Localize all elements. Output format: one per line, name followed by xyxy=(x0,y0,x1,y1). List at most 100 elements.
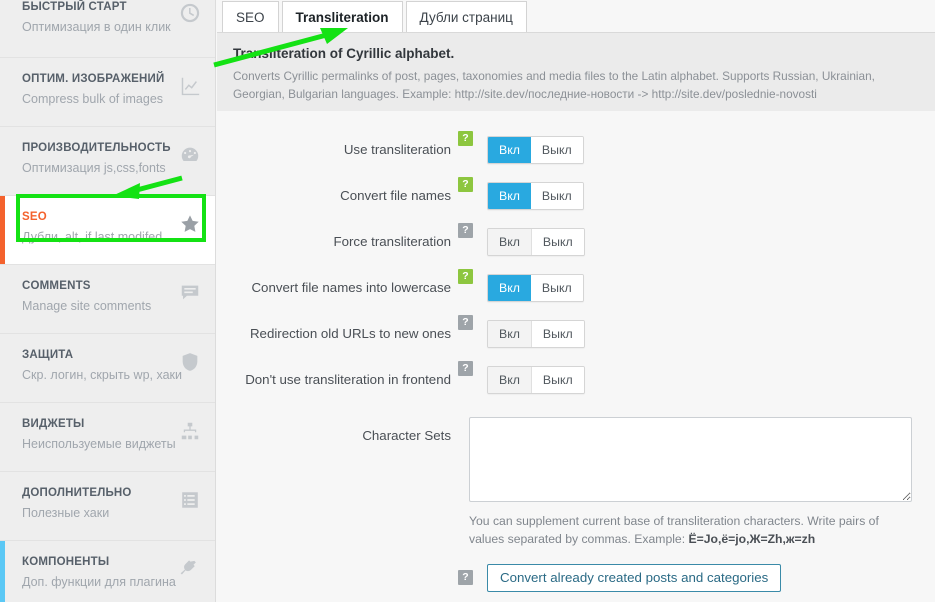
description-text: Converts Cyrillic permalinks of post, pa… xyxy=(233,69,875,101)
description-banner: Transliteration of Cyrillic alphabet. Co… xyxy=(217,32,935,111)
sidebar-item-accent xyxy=(0,541,5,602)
sidebar-item-subtitle: Скр. логин, скрыть wp, хаки xyxy=(22,368,182,382)
help-icon[interactable]: ? xyxy=(458,315,473,330)
sidebar-item-title: SEO xyxy=(22,211,47,223)
toggle-wrap: Вкл Выкл xyxy=(487,314,585,348)
tab-duplicate-pages[interactable]: Дубли страниц xyxy=(405,1,527,32)
setting-redirect-old-urls: Redirection old URLs to new ones? Вкл Выкл xyxy=(217,314,935,360)
plug-icon xyxy=(179,558,201,580)
sidebar-item-image-optimization[interactable]: ОПТИМ. ИЗОБРАЖЕНИЙ Compress bulk of image… xyxy=(0,58,215,127)
sidebar-item-subtitle: Оптимизация js,css,fonts xyxy=(22,161,166,175)
toggle-off-option[interactable]: Выкл xyxy=(530,137,583,163)
tab-bar: SEO Transliteration Дубли страниц xyxy=(217,0,935,32)
help-icon[interactable]: ? xyxy=(458,269,473,284)
toggle-on-option[interactable]: Вкл xyxy=(488,367,532,393)
toggle-on-option[interactable]: Вкл xyxy=(488,183,531,209)
setting-toggle[interactable]: Вкл Выкл xyxy=(487,136,584,164)
sidebar-item-subtitle: Полезные хаки xyxy=(22,506,110,520)
convert-row: ? Convert already created posts and cate… xyxy=(217,564,935,592)
sidebar-item-subtitle: Manage site comments xyxy=(22,299,152,313)
setting-toggle[interactable]: Вкл Выкл xyxy=(487,320,585,348)
setting-label: Force transliteration xyxy=(333,234,451,249)
toggle-off-option[interactable]: Выкл xyxy=(530,183,583,209)
charset-hint-example: Ё=Jo,ё=jo,Ж=Zh,ж=zh xyxy=(688,532,816,546)
sidebar-item-subtitle: Дубли, alt, if last modifed xyxy=(22,230,163,244)
sidebar-item-accent xyxy=(0,58,5,126)
chart-icon xyxy=(179,75,201,97)
main-content: SEO Transliteration Дубли страниц Translit… xyxy=(217,0,935,602)
toggle-on-option[interactable]: Вкл xyxy=(488,137,531,163)
toggle-off-option[interactable]: Выкл xyxy=(531,367,584,393)
sidebar-item-accent xyxy=(0,127,5,195)
sidebar-navigation: БЫСТРЫЙ СТАРТ Оптимизация в один клик ОПТИ… xyxy=(0,0,216,602)
sidebar-item-subtitle: Неиспользуемые виджеты xyxy=(22,437,176,451)
toggle-wrap: Вкл Выкл xyxy=(487,360,585,394)
sidebar-item-subtitle: Оптимизация в один клик xyxy=(22,20,171,34)
convert-button-column: Convert already created posts and catego… xyxy=(487,564,782,592)
sidebar-item-title: ОПТИМ. ИЗОБРАЖЕНИЙ xyxy=(22,73,165,85)
setting-label: Convert file names into lowercase xyxy=(251,280,451,295)
sidebar-item-security[interactable]: ЗАЩИТА Скр. логин, скрыть wp, хаки xyxy=(0,334,215,403)
sidebar-item-performance[interactable]: ПРОИЗВОДИТЕЛЬНОСТЬ Оптимизация js,css,fon… xyxy=(0,127,215,196)
list-icon xyxy=(179,489,201,511)
sitemap-icon xyxy=(179,420,201,442)
sidebar-item-title: ЗАЩИТА xyxy=(22,349,74,361)
sidebar-item-components[interactable]: КОМПОНЕНТЫ Доп. функции для плагина xyxy=(0,541,215,602)
sidebar-item-title: ВИДЖЕТЫ xyxy=(22,418,85,430)
toggle-on-option[interactable]: Вкл xyxy=(488,229,532,255)
sidebar-item-accent xyxy=(0,0,5,57)
setting-label: Redirection old URLs to new ones xyxy=(249,326,451,341)
toggle-off-option[interactable]: Выкл xyxy=(530,275,583,301)
sidebar-item-title: ПРОИЗВОДИТЕЛЬНОСТЬ xyxy=(22,142,171,154)
sidebar-item-accent xyxy=(0,196,5,264)
sidebar-item-accent xyxy=(0,334,5,402)
setting-toggle[interactable]: Вкл Выкл xyxy=(487,182,584,210)
sidebar-item-comments[interactable]: COMMENTS Manage site comments xyxy=(0,265,215,334)
toggle-wrap: Вкл Выкл xyxy=(487,268,584,302)
sidebar-item-seo[interactable]: SEO Дубли, alt, if last modifed xyxy=(0,196,215,265)
toggle-on-option[interactable]: Вкл xyxy=(488,275,531,301)
star-icon xyxy=(179,213,201,235)
toggle-wrap: Вкл Выкл xyxy=(487,130,584,164)
charset-column: You can supplement current base of trans… xyxy=(469,417,912,548)
charset-row: Character Sets You can supplement curren… xyxy=(217,417,935,548)
toggle-wrap: Вкл Выкл xyxy=(487,222,585,256)
comment-icon xyxy=(179,282,201,304)
charset-input[interactable] xyxy=(469,417,912,502)
setting-toggle[interactable]: Вкл Выкл xyxy=(487,274,584,302)
sidebar-item-subtitle: Compress bulk of images xyxy=(22,92,164,106)
sidebar-item-additional[interactable]: ДОПОЛНИТЕЛЬНО Полезные хаки xyxy=(0,472,215,541)
setting-label: Don't use transliteration in frontend xyxy=(245,372,451,387)
help-icon[interactable]: ? xyxy=(458,131,473,146)
charset-hint-text: You can supplement current base of trans… xyxy=(469,514,879,546)
setting-toggle[interactable]: Вкл Выкл xyxy=(487,228,585,256)
setting-convert-file-names: Convert file names? Вкл Выкл xyxy=(217,176,935,222)
charset-label: Character Sets xyxy=(362,428,451,443)
sidebar-item-accent xyxy=(0,265,5,333)
settings-rows: Use transliteration? Вкл Выкл Convert file … xyxy=(217,130,935,406)
convert-posts-button[interactable]: Convert already created posts and catego… xyxy=(487,564,782,592)
setting-force-transliteration: Force transliteration? Вкл Выкл xyxy=(217,222,935,268)
toggle-wrap: Вкл Выкл xyxy=(487,176,584,210)
tab-transliteration[interactable]: Transliteration xyxy=(281,1,403,32)
sidebar-item-quick-start[interactable]: БЫСТРЫЙ СТАРТ Оптимизация в один клик xyxy=(0,0,215,58)
plugin-settings-screen: БЫСТРЫЙ СТАРТ Оптимизация в один клик ОПТИ… xyxy=(0,0,935,602)
sidebar-item-title: COMMENTS xyxy=(22,280,91,292)
help-icon[interactable]: ? xyxy=(458,223,473,238)
convert-help-icon[interactable]: ? xyxy=(458,570,473,585)
sidebar-item-subtitle: Доп. функции для плагина xyxy=(22,575,176,589)
clock-icon xyxy=(179,2,201,24)
toggle-off-option[interactable]: Выкл xyxy=(531,229,584,255)
toggle-off-option[interactable]: Выкл xyxy=(531,321,584,347)
toggle-on-option[interactable]: Вкл xyxy=(488,321,532,347)
sidebar-item-accent xyxy=(0,472,5,540)
help-icon[interactable]: ? xyxy=(458,177,473,192)
setting-toggle[interactable]: Вкл Выкл xyxy=(487,366,585,394)
setting-convert-lowercase: Convert file names into lowercase? Вкл Вык… xyxy=(217,268,935,314)
description-title: Transliteration of Cyrillic alphabet. xyxy=(233,46,455,61)
sidebar-item-widgets[interactable]: ВИДЖЕТЫ Неиспользуемые виджеты xyxy=(0,403,215,472)
help-icon[interactable]: ? xyxy=(458,361,473,376)
sidebar-item-title: ДОПОЛНИТЕЛЬНО xyxy=(22,487,132,499)
setting-label: Use transliteration xyxy=(343,142,451,157)
tab-seo[interactable]: SEO xyxy=(222,1,279,32)
